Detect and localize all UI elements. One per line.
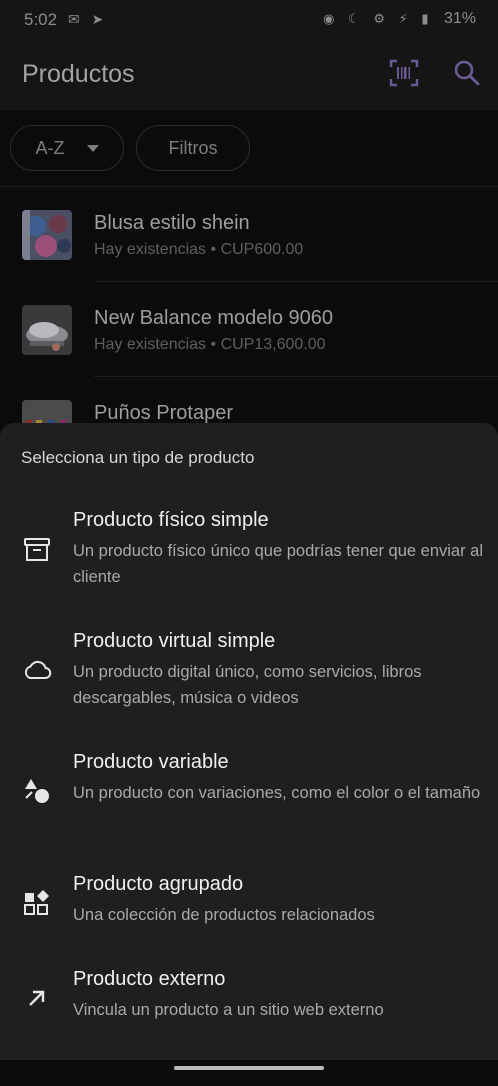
product-row[interactable]: Blusa estilo shein Hay existencias • CUP…	[0, 188, 498, 282]
product-thumbnail	[22, 210, 72, 260]
filter-bar: A-Z Filtros	[0, 110, 498, 187]
product-price: CUP13,600.00	[220, 336, 326, 353]
option-description: Un producto físico único que podrías ten…	[73, 542, 484, 586]
sort-chip[interactable]: A-Z	[10, 125, 124, 171]
arrow-up-right-icon	[29, 990, 45, 1006]
divider	[94, 281, 498, 282]
option-variable[interactable]: Producto variable Un producto con variac…	[0, 751, 498, 869]
product-name: New Balance modelo 9060	[94, 307, 334, 329]
meta-separator: •	[210, 241, 217, 258]
page-title: Productos	[22, 60, 135, 88]
divider	[94, 376, 498, 377]
product-type-sheet: Selecciona un tipo de producto Producto …	[0, 423, 498, 1080]
product-meta: Hay existencias • CUP13,600.00	[94, 336, 326, 354]
option-description: Un producto digital único, como servicio…	[73, 663, 422, 707]
battery-level: 31%	[443, 10, 476, 27]
barcode-scan-icon	[389, 59, 419, 87]
option-simple-physical[interactable]: Producto físico simple Un producto físic…	[0, 509, 498, 627]
sort-label: A-Z	[35, 137, 65, 158]
search-button[interactable]	[452, 58, 482, 88]
option-simple-virtual[interactable]: Producto virtual simple Un producto digi…	[0, 630, 498, 748]
navigation-bar	[0, 1060, 498, 1080]
chevron-down-icon	[86, 144, 99, 152]
status-bar: 5:02 ✉ ➤ ◉ ☾ ⚙ ⚡ ▮ 31%	[0, 0, 498, 40]
widgets-icon	[24, 890, 49, 915]
product-stock: Hay existencias	[94, 336, 207, 353]
search-icon	[454, 60, 480, 86]
product-row[interactable]: New Balance modelo 9060 Hay existencias …	[0, 283, 498, 377]
product-name: Blusa estilo shein	[94, 212, 250, 234]
filters-chip[interactable]: Filtros	[136, 125, 250, 171]
product-price: CUP600.00	[220, 241, 304, 258]
option-title: Producto agrupado	[73, 873, 244, 895]
status-time: 5:02	[24, 10, 58, 29]
option-title: Producto físico simple	[73, 509, 269, 531]
status-right: ◉ ☾ ⚙ ⚡ ▮ 31%	[323, 10, 476, 28]
filters-label: Filtros	[168, 137, 218, 158]
option-description: Un producto con variaciones, como el col…	[73, 784, 481, 802]
product-name: Puños Protaper	[94, 402, 233, 424]
sheet-title: Selecciona un tipo de producto	[21, 448, 255, 467]
meta-separator: •	[210, 336, 217, 353]
option-title: Producto externo	[73, 968, 226, 990]
app-bar: Productos	[0, 40, 498, 110]
product-meta: Hay existencias • CUP600.00	[94, 241, 303, 259]
archive-box-icon	[24, 538, 50, 561]
cloud-icon	[24, 660, 52, 679]
home-gesture-handle[interactable]	[174, 1066, 324, 1070]
product-thumbnail	[22, 305, 72, 355]
product-stock: Hay existencias	[94, 241, 207, 258]
option-description: Una colección de productos relacionados	[73, 906, 375, 924]
notification-icons: ✉ ➤	[68, 11, 108, 27]
option-description: Vincula un producto a un sitio web exter…	[73, 1001, 384, 1019]
option-title: Producto variable	[73, 751, 229, 773]
barcode-scan-button[interactable]	[389, 58, 419, 88]
system-icons: ◉ ☾ ⚙ ⚡ ▮	[323, 11, 434, 26]
shapes-icon	[25, 779, 49, 803]
option-title: Producto virtual simple	[73, 630, 276, 652]
